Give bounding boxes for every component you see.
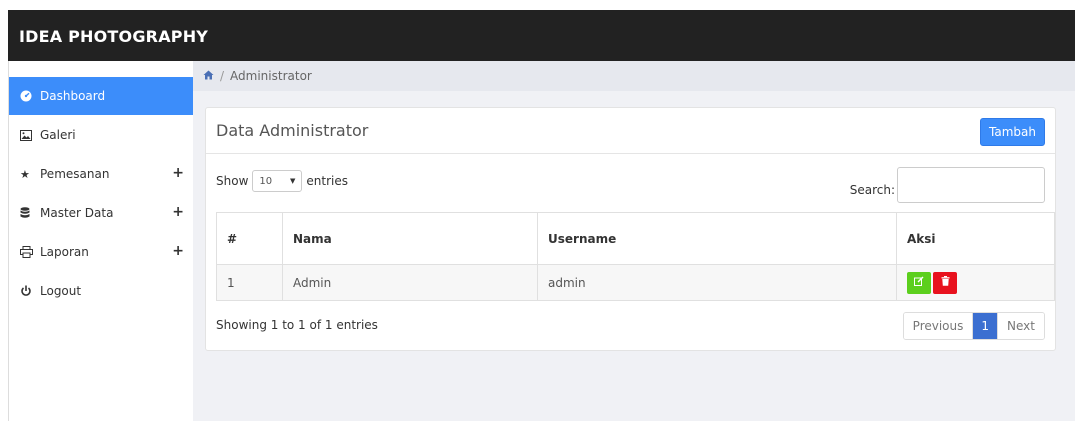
sidebar-item-pemesanan[interactable]: ★ Pemesanan + — [9, 155, 194, 193]
expand-plus-icon[interactable]: + — [172, 244, 184, 258]
cell-nama: Admin — [282, 264, 538, 301]
cell-username: admin — [537, 264, 897, 301]
sidebar-item-label: Dashboard — [40, 89, 106, 103]
breadcrumb-separator: / — [220, 69, 225, 83]
edit-icon — [914, 276, 924, 289]
breadcrumb-current: Administrator — [230, 69, 312, 83]
sidebar-item-galeri[interactable]: Galeri — [9, 116, 194, 154]
cell-no: 1 — [216, 264, 283, 301]
sidebar-item-label: Laporan — [40, 245, 89, 259]
length-control: Show 10 ▼ entries — [216, 170, 348, 192]
main-content: / Administrator Data Administrator Tamba… — [193, 61, 1075, 421]
caret-down-icon: ▼ — [290, 177, 296, 185]
admin-table: # Nama Username Aksi 1 Admin admin — [216, 212, 1055, 301]
sidebar: Dashboard Galeri ★ Pemesanan + Master Da… — [8, 61, 194, 421]
entries-label: entries — [306, 174, 348, 188]
sidebar-item-label: Pemesanan — [40, 167, 110, 181]
sidebar-item-laporan[interactable]: Laporan + — [9, 233, 194, 271]
column-header-nama[interactable]: Nama — [282, 212, 538, 265]
sidebar-item-label: Galeri — [40, 128, 76, 142]
home-icon[interactable] — [203, 70, 214, 83]
panel-header: Data Administrator Tambah — [206, 108, 1055, 154]
sidebar-item-label: Logout — [40, 284, 82, 298]
expand-plus-icon[interactable]: + — [172, 205, 184, 219]
brand-title[interactable]: IDEA PHOTOGRAPHY — [19, 27, 208, 46]
row-actions — [907, 271, 1044, 294]
print-icon — [20, 246, 36, 258]
column-header-username[interactable]: Username — [537, 212, 897, 265]
table-info: Showing 1 to 1 of 1 entries — [216, 318, 378, 332]
sidebar-item-label: Master Data — [40, 206, 114, 220]
table-row: 1 Admin admin — [216, 264, 1055, 301]
breadcrumb: / Administrator — [193, 61, 1075, 91]
add-button[interactable]: Tambah — [980, 118, 1045, 146]
show-label: Show — [216, 174, 249, 188]
column-header-aksi: Aksi — [896, 212, 1055, 265]
pagination: Previous 1 Next — [902, 312, 1045, 340]
delete-button[interactable] — [933, 271, 957, 294]
search-label: Search: — [849, 183, 895, 197]
dashboard-icon — [20, 90, 36, 102]
image-icon — [20, 129, 36, 141]
table-header-row: # Nama Username Aksi — [216, 212, 1055, 265]
sidebar-item-master-data[interactable]: Master Data + — [9, 194, 194, 232]
page-title: Data Administrator — [216, 121, 369, 140]
sidebar-item-dashboard[interactable]: Dashboard — [9, 77, 194, 115]
admin-panel: Data Administrator Tambah Show 10 ▼ entr… — [205, 107, 1056, 351]
column-header-no[interactable]: # — [216, 212, 283, 265]
app-frame: IDEA PHOTOGRAPHY Dashboard Galeri ★ Peme… — [8, 10, 1075, 421]
search-input[interactable] — [897, 167, 1045, 203]
edit-button[interactable] — [907, 271, 931, 294]
entries-select[interactable]: 10 ▼ — [252, 170, 303, 192]
sidebar-item-logout[interactable]: Logout — [9, 272, 194, 310]
previous-page-button[interactable]: Previous — [903, 313, 973, 339]
next-page-button[interactable]: Next — [997, 313, 1044, 339]
power-icon — [20, 285, 36, 297]
database-icon — [20, 207, 36, 219]
cell-aksi — [896, 264, 1055, 301]
expand-plus-icon[interactable]: + — [172, 166, 184, 180]
page-1-button[interactable]: 1 — [972, 313, 998, 339]
trash-icon — [941, 276, 950, 289]
top-navbar: IDEA PHOTOGRAPHY — [8, 10, 1075, 61]
star-icon: ★ — [20, 167, 30, 181]
entries-select-value: 10 — [259, 175, 273, 187]
